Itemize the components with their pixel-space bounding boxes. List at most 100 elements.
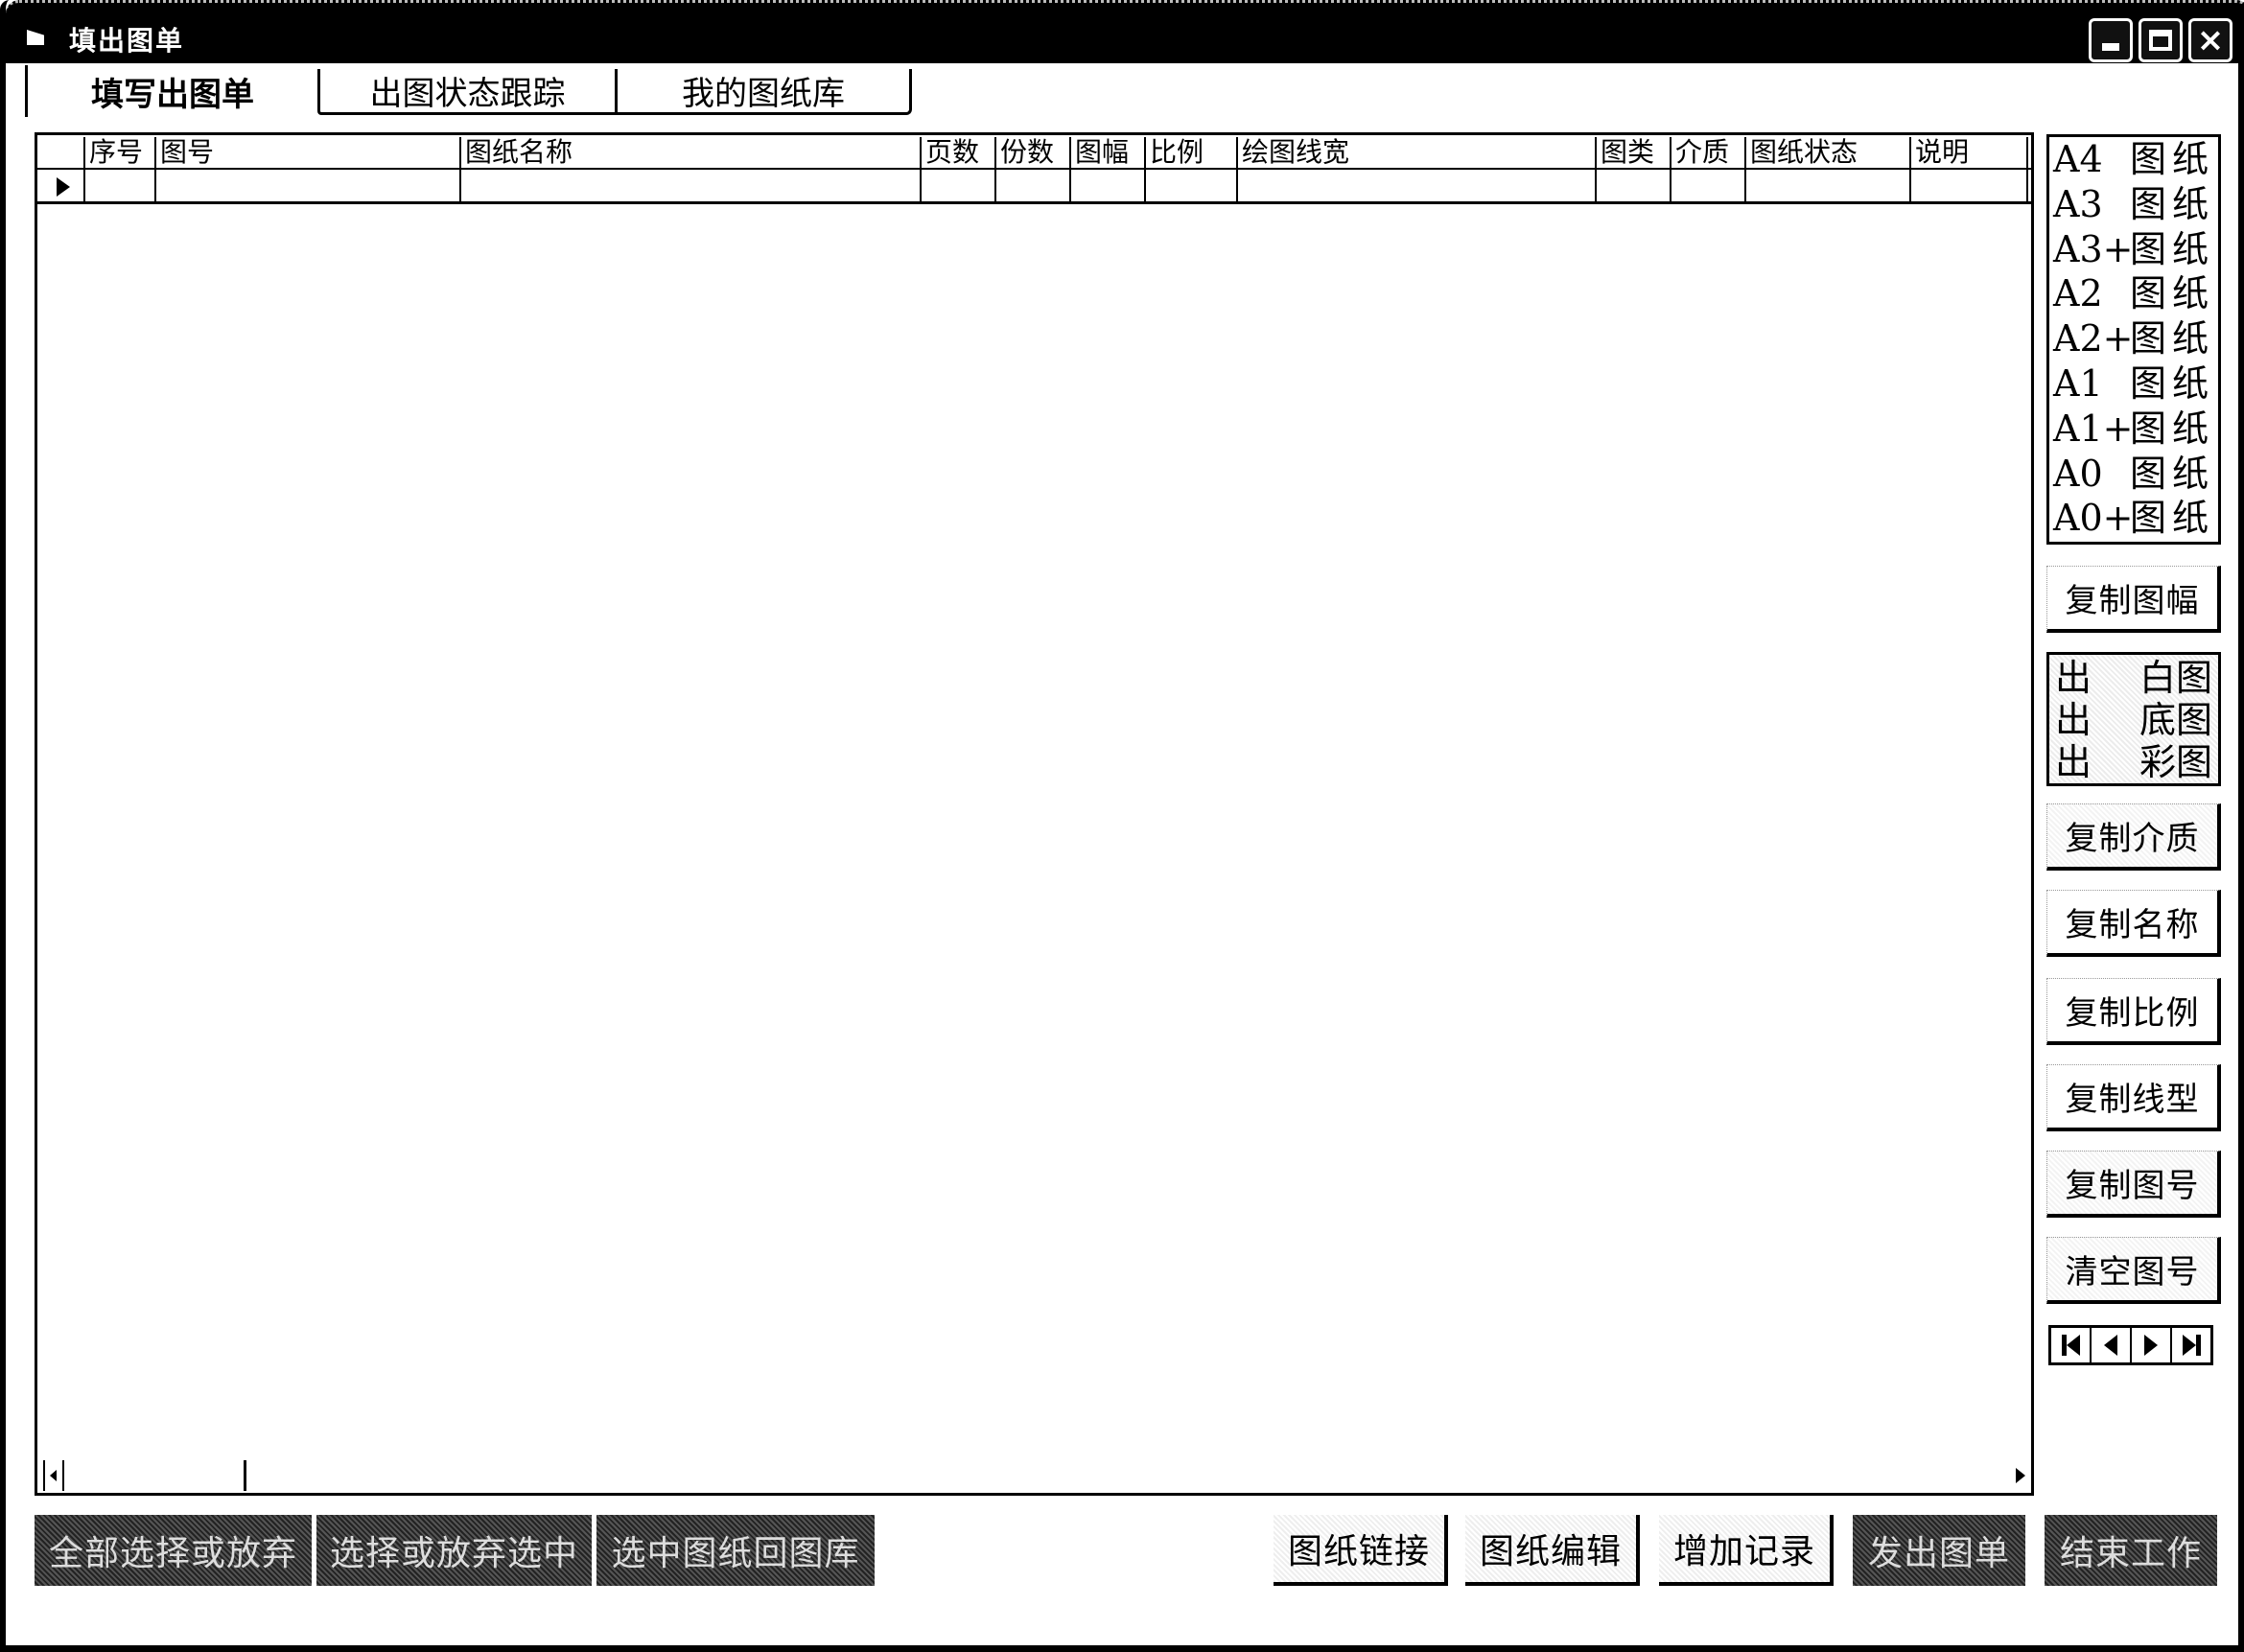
table-cell[interactable] <box>1146 170 1238 201</box>
column-header[interactable]: 绘图线宽 <box>1238 137 1597 168</box>
table-cell[interactable] <box>996 170 1071 201</box>
record-navigator <box>2048 1325 2213 1365</box>
list-item[interactable]: 出 白图 <box>2055 657 2212 699</box>
copy-linetype-button[interactable]: 复制线型 <box>2046 1064 2221 1131</box>
close-icon: × <box>2196 21 2225 59</box>
row-selector[interactable] <box>37 170 85 201</box>
size-code: A4 <box>2053 138 2103 180</box>
column-header[interactable]: 图类 <box>1597 137 1671 168</box>
window-bottom-border <box>6 1645 2244 1649</box>
size-code: A1 <box>2053 361 2103 405</box>
table-cell[interactable] <box>1911 170 2028 201</box>
table-cell[interactable] <box>156 170 461 201</box>
list-item[interactable]: 出 彩图 <box>2055 741 2212 783</box>
paper-size-list[interactable]: A4 图纸 A3 图纸 A3+ 图纸 A2 图纸 A2+ 图纸 A1 图纸 A1+ 图纸 A0… <box>2046 134 2221 545</box>
table-row[interactable] <box>37 170 2031 204</box>
next-icon <box>2144 1335 2158 1356</box>
tab-status-tracking[interactable]: 出图状态跟踪 <box>317 69 615 115</box>
copy-size-button[interactable]: 复制图幅 <box>2046 566 2221 633</box>
copy-name-button[interactable]: 复制名称 <box>2046 890 2221 957</box>
app-icon <box>27 30 44 45</box>
scroll-left-icon[interactable] <box>43 1460 64 1491</box>
maximize-icon <box>2149 30 2172 51</box>
list-item[interactable]: A3 图纸 <box>2053 182 2214 227</box>
list-item[interactable]: A3+ 图纸 <box>2053 227 2214 272</box>
copy-number-button[interactable]: 复制图号 <box>2046 1151 2221 1218</box>
column-header[interactable]: 图纸状态 <box>1746 137 1911 168</box>
table-cell[interactable] <box>1746 170 1911 201</box>
end-work-button[interactable]: 结束工作 <box>2045 1515 2217 1586</box>
column-header[interactable]: 页数 <box>922 137 996 168</box>
size-label: 图纸 <box>2130 497 2215 540</box>
output-prefix: 出 <box>2055 657 2092 699</box>
column-header[interactable]: 序号 <box>85 137 156 168</box>
size-label: 图纸 <box>2129 138 2214 180</box>
output-type: 彩图 <box>2139 741 2212 783</box>
list-item[interactable]: A2 图纸 <box>2053 271 2214 316</box>
column-header[interactable]: 图幅 <box>1071 137 1146 168</box>
size-label: 图纸 <box>2129 182 2214 225</box>
output-type-list[interactable]: 出白图 出底图 出彩图 <box>2046 652 2221 786</box>
table-cell[interactable] <box>922 170 996 201</box>
column-header[interactable]: 图纸名称 <box>461 137 922 168</box>
scrollbar-thumb[interactable] <box>64 1460 246 1491</box>
current-row-icon <box>57 177 70 197</box>
maximize-button[interactable] <box>2139 18 2183 62</box>
column-header[interactable]: 介质 <box>1671 137 1746 168</box>
size-label: 图纸 <box>2130 227 2215 270</box>
table-cell[interactable] <box>1671 170 1746 201</box>
minimize-icon <box>2102 43 2119 51</box>
output-prefix: 出 <box>2055 699 2092 741</box>
size-code: A3+ <box>2053 227 2134 270</box>
table-cell[interactable] <box>1238 170 1597 201</box>
select-all-button[interactable]: 全部选择或放弃 <box>35 1515 315 1586</box>
right-triangle-icon <box>2182 1335 2196 1356</box>
size-code: A1+ <box>2053 407 2134 450</box>
column-header[interactable]: 图号 <box>156 137 461 168</box>
list-item[interactable]: A1 图纸 <box>2053 361 2214 407</box>
issue-form-button[interactable]: 发出图单 <box>1853 1515 2025 1586</box>
column-header[interactable]: 说明 <box>1911 137 2028 168</box>
size-label: 图纸 <box>2130 407 2215 450</box>
left-triangle-icon <box>2066 1335 2080 1356</box>
close-button[interactable]: × <box>2188 18 2232 62</box>
scroll-right-icon[interactable] <box>2016 1468 2025 1483</box>
add-record-button[interactable]: 增加记录 <box>1659 1515 1834 1586</box>
select-toggle-button[interactable]: 选择或放弃选中 <box>316 1515 595 1586</box>
copy-medium-button[interactable]: 复制介质 <box>2046 803 2221 871</box>
first-record-button[interactable] <box>2051 1328 2092 1362</box>
list-item[interactable]: A0+ 图纸 <box>2053 496 2214 541</box>
last-record-button[interactable] <box>2172 1328 2210 1362</box>
list-item[interactable]: A1+ 图纸 <box>2053 407 2214 452</box>
list-item[interactable]: A4 图纸 <box>2053 137 2214 182</box>
table-cell[interactable] <box>1071 170 1146 201</box>
horizontal-scrollbar[interactable] <box>37 1460 2031 1493</box>
size-code: A0 <box>2053 452 2103 495</box>
output-type: 白图 <box>2139 657 2212 699</box>
column-header[interactable]: 比例 <box>1146 137 1238 168</box>
next-record-button[interactable] <box>2132 1328 2172 1362</box>
prev-record-button[interactable] <box>2092 1328 2132 1362</box>
clear-number-button[interactable]: 清空图号 <box>2046 1237 2221 1304</box>
output-prefix: 出 <box>2055 741 2092 783</box>
size-code: A2 <box>2053 272 2103 315</box>
drawing-edit-button[interactable]: 图纸编辑 <box>1465 1515 1640 1586</box>
prev-icon <box>2104 1335 2117 1356</box>
table-cell[interactable] <box>461 170 922 201</box>
minimize-button[interactable] <box>2089 18 2133 62</box>
size-code: A0+ <box>2053 497 2134 540</box>
return-to-library-button[interactable]: 选中图纸回图库 <box>596 1515 875 1586</box>
tab-my-library[interactable]: 我的图纸库 <box>615 69 912 115</box>
tab-fill-form[interactable]: 填写出图单 <box>25 65 317 117</box>
list-item[interactable]: A2+ 图纸 <box>2053 316 2214 361</box>
drawing-link-button[interactable]: 图纸链接 <box>1274 1515 1448 1586</box>
copy-scale-button[interactable]: 复制比例 <box>2046 978 2221 1045</box>
list-item[interactable]: A0 图纸 <box>2053 452 2214 497</box>
table-cell[interactable] <box>1597 170 1671 201</box>
list-item[interactable]: 出 底图 <box>2055 699 2212 741</box>
drawing-grid[interactable]: 序号 图号 图纸名称 页数 份数 图幅 比例 绘图线宽 图类 介质 图纸状态 说… <box>35 132 2034 1496</box>
size-label: 图纸 <box>2129 272 2214 315</box>
table-cell[interactable] <box>85 170 156 201</box>
column-header[interactable]: 份数 <box>996 137 1071 168</box>
size-label: 图纸 <box>2130 317 2215 361</box>
